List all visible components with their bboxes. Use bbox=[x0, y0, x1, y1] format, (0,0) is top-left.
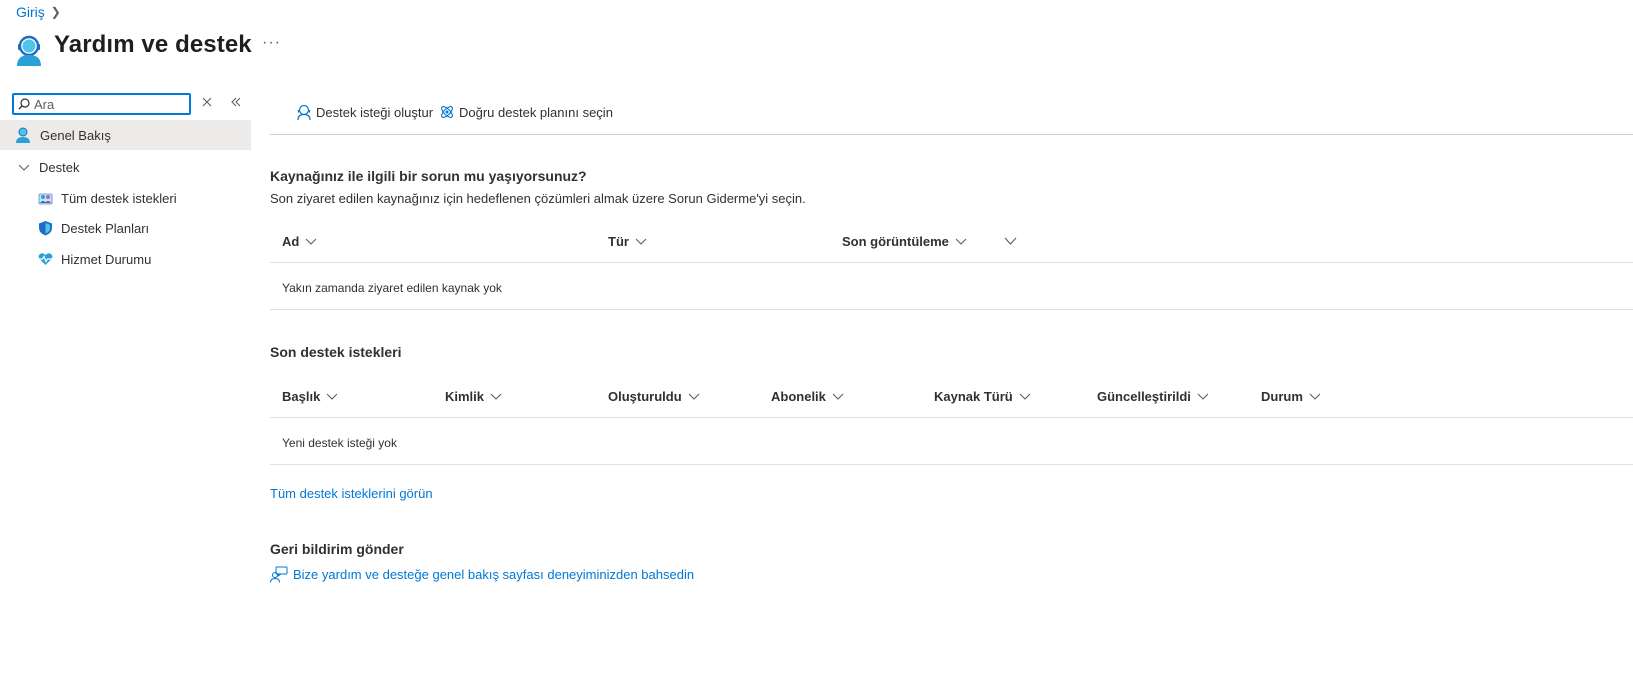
collapse-sidebar-icon[interactable] bbox=[230, 96, 242, 108]
sidebar-item-label: Destek Planları bbox=[61, 220, 150, 236]
resources-empty-message: Yakın zamanda ziyaret edilen kaynak yok bbox=[282, 281, 502, 295]
feedback-link[interactable]: Bize yardım ve desteğe genel bakış sayfa… bbox=[270, 566, 694, 583]
chevron-down-icon bbox=[305, 238, 317, 245]
requests-heading: Son destek istekleri bbox=[270, 344, 402, 360]
column-header-title[interactable]: Başlık bbox=[282, 389, 338, 404]
table-divider bbox=[270, 464, 1633, 465]
chevron-down-icon bbox=[1309, 393, 1321, 400]
chevron-down-icon bbox=[955, 238, 967, 245]
column-header-resource-type[interactable]: Kaynak Türü bbox=[934, 389, 1031, 404]
table-divider bbox=[270, 309, 1633, 310]
table-divider bbox=[270, 417, 1633, 418]
sidebar-item-all-requests[interactable]: Tüm destek istekleri bbox=[38, 189, 177, 207]
choose-plan-label: Doğru destek planını seçin bbox=[459, 104, 613, 120]
column-header-name[interactable]: Ad bbox=[282, 234, 317, 249]
more-options-button[interactable]: ··· bbox=[262, 34, 281, 52]
column-header-id[interactable]: Kimlik bbox=[445, 389, 502, 404]
heart-pulse-icon bbox=[38, 253, 53, 265]
sidebar-group-label: Destek bbox=[39, 159, 80, 175]
view-all-requests-link[interactable]: Tüm destek isteklerini görün bbox=[270, 486, 433, 501]
help-support-icon bbox=[17, 35, 41, 66]
requests-empty-message: Yeni destek isteği yok bbox=[282, 436, 397, 450]
column-header-subscription[interactable]: Abonelik bbox=[771, 389, 844, 404]
breadcrumb: Giriş ❯ bbox=[16, 4, 61, 20]
chevron-down-icon bbox=[1197, 393, 1209, 400]
sidebar-item-label: Hizmet Durumu bbox=[61, 251, 152, 267]
search-box[interactable] bbox=[12, 93, 191, 115]
page-title: Yardım ve destek bbox=[54, 31, 252, 58]
chevron-down-icon bbox=[635, 238, 647, 245]
resources-heading: Kaynağınız ile ilgili bir sorun mu yaşıy… bbox=[270, 168, 587, 184]
column-header-created[interactable]: Oluşturuldu bbox=[608, 389, 700, 404]
feedback-heading: Geri bildirim gönder bbox=[270, 541, 404, 557]
sidebar-item-label: Tüm destek istekleri bbox=[61, 190, 177, 206]
breadcrumb-home-link[interactable]: Giriş bbox=[16, 4, 45, 20]
overview-person-icon bbox=[16, 127, 30, 143]
chevron-down-icon bbox=[688, 393, 700, 400]
table-divider bbox=[270, 262, 1633, 263]
sidebar-item-overview[interactable]: Genel Bakış bbox=[0, 120, 251, 150]
create-request-button[interactable]: Destek isteği oluştur bbox=[296, 104, 433, 120]
shield-icon bbox=[39, 221, 52, 236]
chevron-down-icon bbox=[18, 164, 30, 171]
sidebar-item-support-plans[interactable]: Destek Planları bbox=[38, 219, 149, 237]
sidebar-group-support[interactable]: Destek bbox=[18, 158, 79, 176]
chevron-down-icon bbox=[326, 393, 338, 400]
support-requests-icon bbox=[38, 193, 53, 204]
create-request-label: Destek isteği oluştur bbox=[316, 104, 434, 120]
search-input[interactable] bbox=[34, 96, 174, 112]
chevron-down-icon bbox=[832, 393, 844, 400]
chevron-down-icon bbox=[1019, 393, 1031, 400]
column-options-chevron-icon[interactable] bbox=[1004, 237, 1017, 246]
plan-atom-icon bbox=[441, 106, 453, 118]
search-icon bbox=[18, 98, 30, 110]
feedback-person-icon bbox=[270, 566, 288, 583]
chevron-right-icon: ❯ bbox=[50, 5, 61, 19]
column-header-updated[interactable]: Güncelleştirildi bbox=[1097, 389, 1209, 404]
feedback-link-label: Bize yardım ve desteğe genel bakış sayfa… bbox=[293, 567, 695, 582]
column-header-type[interactable]: Tür bbox=[608, 234, 647, 249]
sidebar-item-label: Genel Bakış bbox=[40, 127, 111, 143]
choose-plan-button[interactable]: Doğru destek planını seçin bbox=[439, 104, 613, 120]
column-header-status[interactable]: Durum bbox=[1261, 389, 1321, 404]
sidebar-item-service-health[interactable]: Hizmet Durumu bbox=[38, 250, 151, 268]
column-header-last-viewed[interactable]: Son görüntüleme bbox=[842, 234, 967, 249]
support-agent-icon bbox=[297, 104, 311, 120]
chevron-down-icon bbox=[490, 393, 502, 400]
commandbar-divider bbox=[270, 134, 1633, 135]
resources-description: Son ziyaret edilen kaynağınız için hedef… bbox=[270, 191, 806, 206]
clear-search-icon[interactable] bbox=[200, 95, 214, 109]
